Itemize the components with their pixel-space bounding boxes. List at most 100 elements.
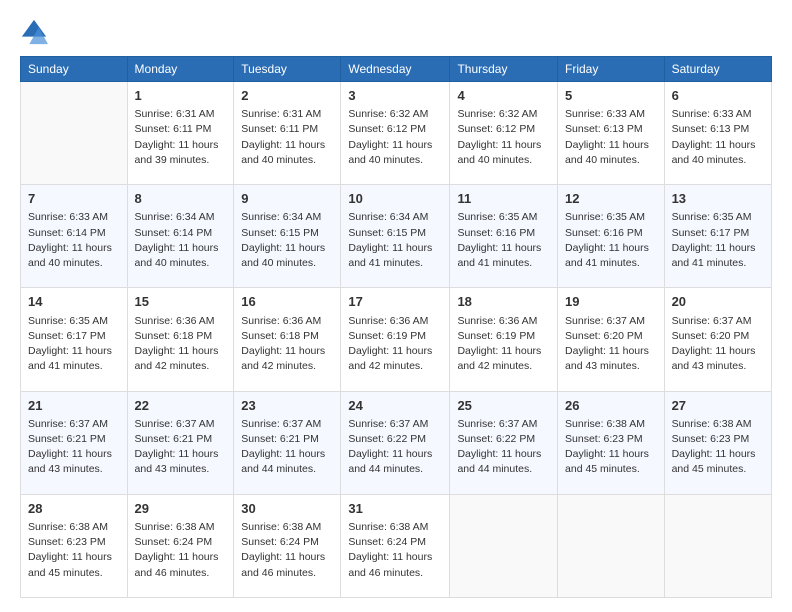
day-number: 3 [348, 87, 442, 105]
page: SundayMondayTuesdayWednesdayThursdayFrid… [0, 0, 792, 612]
day-info: Sunrise: 6:37 AM Sunset: 6:21 PM Dayligh… [241, 417, 333, 478]
day-info: Sunrise: 6:34 AM Sunset: 6:15 PM Dayligh… [348, 210, 442, 271]
day-info: Sunrise: 6:36 AM Sunset: 6:18 PM Dayligh… [135, 314, 227, 375]
day-number: 21 [28, 397, 120, 415]
day-info: Sunrise: 6:37 AM Sunset: 6:21 PM Dayligh… [28, 417, 120, 478]
day-number: 2 [241, 87, 333, 105]
day-info: Sunrise: 6:34 AM Sunset: 6:14 PM Dayligh… [135, 210, 227, 271]
calendar-cell: 23 Sunrise: 6:37 AM Sunset: 6:21 PM Dayli… [234, 391, 341, 494]
day-number: 9 [241, 190, 333, 208]
calendar-cell: 18 Sunrise: 6:36 AM Sunset: 6:19 PM Dayli… [450, 288, 558, 391]
day-number: 7 [28, 190, 120, 208]
weekday-monday: Monday [127, 57, 234, 82]
day-number: 5 [565, 87, 657, 105]
day-info: Sunrise: 6:38 AM Sunset: 6:23 PM Dayligh… [672, 417, 764, 478]
calendar-cell: 12 Sunrise: 6:35 AM Sunset: 6:16 PM Dayli… [558, 185, 665, 288]
day-info: Sunrise: 6:33 AM Sunset: 6:13 PM Dayligh… [672, 107, 764, 168]
header [20, 18, 772, 46]
day-number: 24 [348, 397, 442, 415]
day-number: 8 [135, 190, 227, 208]
day-number: 6 [672, 87, 764, 105]
day-info: Sunrise: 6:33 AM Sunset: 6:14 PM Dayligh… [28, 210, 120, 271]
day-number: 29 [135, 500, 227, 518]
calendar-cell: 25 Sunrise: 6:37 AM Sunset: 6:22 PM Dayli… [450, 391, 558, 494]
day-number: 31 [348, 500, 442, 518]
calendar-cell: 5 Sunrise: 6:33 AM Sunset: 6:13 PM Daylig… [558, 82, 665, 185]
weekday-friday: Friday [558, 57, 665, 82]
day-info: Sunrise: 6:38 AM Sunset: 6:24 PM Dayligh… [241, 520, 333, 581]
calendar-cell: 6 Sunrise: 6:33 AM Sunset: 6:13 PM Daylig… [664, 82, 771, 185]
logo-icon [20, 18, 48, 46]
calendar-cell [21, 82, 128, 185]
day-number: 14 [28, 293, 120, 311]
calendar-table: SundayMondayTuesdayWednesdayThursdayFrid… [20, 56, 772, 598]
day-info: Sunrise: 6:32 AM Sunset: 6:12 PM Dayligh… [457, 107, 550, 168]
weekday-wednesday: Wednesday [341, 57, 450, 82]
calendar-cell: 17 Sunrise: 6:36 AM Sunset: 6:19 PM Dayli… [341, 288, 450, 391]
week-row-0: 1 Sunrise: 6:31 AM Sunset: 6:11 PM Daylig… [21, 82, 772, 185]
day-number: 18 [457, 293, 550, 311]
day-info: Sunrise: 6:38 AM Sunset: 6:24 PM Dayligh… [135, 520, 227, 581]
day-info: Sunrise: 6:37 AM Sunset: 6:20 PM Dayligh… [565, 314, 657, 375]
calendar-cell: 13Sunrise: 6:35 AM Sunset: 6:17 PM Dayli… [664, 185, 771, 288]
day-info: Sunrise: 6:36 AM Sunset: 6:18 PM Dayligh… [241, 314, 333, 375]
day-info: Sunrise: 6:37 AM Sunset: 6:21 PM Dayligh… [135, 417, 227, 478]
calendar-cell: 27 Sunrise: 6:38 AM Sunset: 6:23 PM Dayli… [664, 391, 771, 494]
day-info: Sunrise: 6:35 AM Sunset: 6:16 PM Dayligh… [457, 210, 550, 271]
day-number: 4 [457, 87, 550, 105]
calendar-cell: 28 Sunrise: 6:38 AM Sunset: 6:23 PM Dayli… [21, 494, 128, 597]
weekday-saturday: Saturday [664, 57, 771, 82]
calendar-cell: 10 Sunrise: 6:34 AM Sunset: 6:15 PM Dayli… [341, 185, 450, 288]
day-info: Sunrise: 6:38 AM Sunset: 6:23 PM Dayligh… [565, 417, 657, 478]
day-number: 16 [241, 293, 333, 311]
calendar-cell: 21 Sunrise: 6:37 AM Sunset: 6:21 PM Dayli… [21, 391, 128, 494]
day-number: 30 [241, 500, 333, 518]
calendar-cell: 15 Sunrise: 6:36 AM Sunset: 6:18 PM Dayli… [127, 288, 234, 391]
day-number: 27 [672, 397, 764, 415]
day-info: Sunrise: 6:38 AM Sunset: 6:23 PM Dayligh… [28, 520, 120, 581]
day-number: 17 [348, 293, 442, 311]
day-info: Sunrise: 6:33 AM Sunset: 6:13 PM Dayligh… [565, 107, 657, 168]
day-info: Sunrise: 6:32 AM Sunset: 6:12 PM Dayligh… [348, 107, 442, 168]
day-info: Sunrise: 6:34 AM Sunset: 6:15 PM Dayligh… [241, 210, 333, 271]
day-info: Sunrise: 6:35 AM Sunset: 6:17 PM Dayligh… [28, 314, 120, 375]
week-row-1: 7 Sunrise: 6:33 AM Sunset: 6:14 PM Daylig… [21, 185, 772, 288]
calendar-cell: 7 Sunrise: 6:33 AM Sunset: 6:14 PM Daylig… [21, 185, 128, 288]
calendar-cell [664, 494, 771, 597]
day-number: 12 [565, 190, 657, 208]
calendar-cell: 19 Sunrise: 6:37 AM Sunset: 6:20 PM Dayli… [558, 288, 665, 391]
calendar-cell: 26Sunrise: 6:38 AM Sunset: 6:23 PM Dayli… [558, 391, 665, 494]
day-number: 23 [241, 397, 333, 415]
calendar-cell: 31 Sunrise: 6:38 AM Sunset: 6:24 PM Dayli… [341, 494, 450, 597]
day-number: 10 [348, 190, 442, 208]
day-info: Sunrise: 6:37 AM Sunset: 6:22 PM Dayligh… [348, 417, 442, 478]
day-info: Sunrise: 6:36 AM Sunset: 6:19 PM Dayligh… [457, 314, 550, 375]
calendar-cell [450, 494, 558, 597]
day-number: 22 [135, 397, 227, 415]
day-number: 25 [457, 397, 550, 415]
day-number: 20 [672, 293, 764, 311]
calendar-cell: 1 Sunrise: 6:31 AM Sunset: 6:11 PM Daylig… [127, 82, 234, 185]
day-number: 11 [457, 190, 550, 208]
day-info: Sunrise: 6:38 AM Sunset: 6:24 PM Dayligh… [348, 520, 442, 581]
week-row-2: 14 Sunrise: 6:35 AM Sunset: 6:17 PM Dayli… [21, 288, 772, 391]
day-info: Sunrise: 6:36 AM Sunset: 6:19 PM Dayligh… [348, 314, 442, 375]
week-row-4: 28 Sunrise: 6:38 AM Sunset: 6:23 PM Dayli… [21, 494, 772, 597]
logo [20, 18, 52, 46]
day-info: Sunrise: 6:31 AM Sunset: 6:11 PM Dayligh… [135, 107, 227, 168]
calendar-cell: 20Sunrise: 6:37 AM Sunset: 6:20 PM Dayli… [664, 288, 771, 391]
day-number: 1 [135, 87, 227, 105]
day-number: 19 [565, 293, 657, 311]
calendar-cell [558, 494, 665, 597]
calendar-cell: 11 Sunrise: 6:35 AM Sunset: 6:16 PM Dayli… [450, 185, 558, 288]
calendar-cell: 24 Sunrise: 6:37 AM Sunset: 6:22 PM Dayli… [341, 391, 450, 494]
weekday-tuesday: Tuesday [234, 57, 341, 82]
week-row-3: 21 Sunrise: 6:37 AM Sunset: 6:21 PM Dayli… [21, 391, 772, 494]
calendar-cell: 9 Sunrise: 6:34 AM Sunset: 6:15 PM Daylig… [234, 185, 341, 288]
calendar-cell: 30 Sunrise: 6:38 AM Sunset: 6:24 PM Dayli… [234, 494, 341, 597]
calendar-cell: 3 Sunrise: 6:32 AM Sunset: 6:12 PM Daylig… [341, 82, 450, 185]
day-info: Sunrise: 6:37 AM Sunset: 6:22 PM Dayligh… [457, 417, 550, 478]
day-number: 15 [135, 293, 227, 311]
day-info: Sunrise: 6:35 AM Sunset: 6:16 PM Dayligh… [565, 210, 657, 271]
day-number: 28 [28, 500, 120, 518]
